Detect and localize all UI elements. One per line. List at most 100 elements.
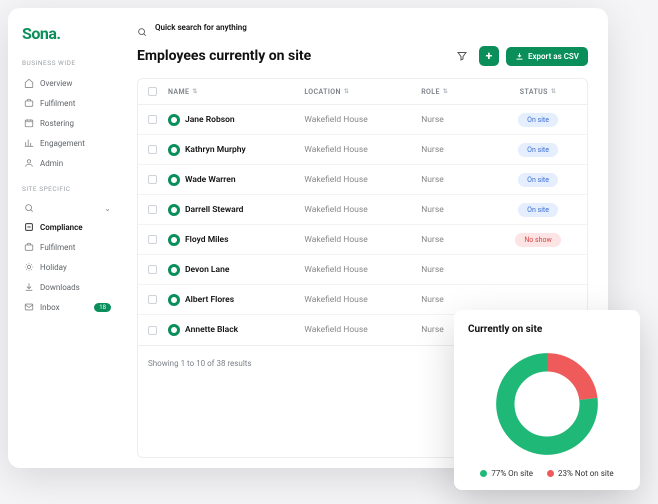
sidebar: Sona. BUSINESS WIDE Overview Fulfilment …	[8, 8, 123, 468]
row-checkbox[interactable]	[148, 205, 157, 214]
sidebar-item-fulfilment[interactable]: Fulfilment	[22, 93, 113, 113]
employee-name: Jane Robson	[185, 115, 235, 125]
home-icon	[24, 78, 34, 88]
export-label: Export as CSV	[528, 52, 579, 61]
employee-name: Devon Lane	[185, 265, 229, 275]
sidebar-item-downloads[interactable]: Downloads	[22, 277, 113, 297]
role-cell: Nurse	[421, 175, 499, 185]
table-row[interactable]: Darrell Steward Wakefield House Nurse On…	[138, 195, 587, 225]
add-button[interactable]: +	[479, 46, 499, 66]
col-status[interactable]: STATUS⇅	[499, 88, 577, 96]
chart-icon	[24, 138, 34, 148]
sidebar-item-label: Fulfilment	[40, 243, 75, 252]
name-cell: Kathryn Murphy	[168, 144, 304, 156]
sidebar-item-inbox[interactable]: Inbox 18	[22, 297, 113, 317]
status-badge: On site	[518, 203, 558, 217]
row-checkbox[interactable]	[148, 145, 157, 154]
table-header: NAME⇅ LOCATION⇅ ROLE⇅ STATUS⇅	[138, 79, 587, 105]
employee-name: Wade Warren	[185, 175, 236, 185]
name-cell: Wade Warren	[168, 174, 304, 186]
row-checkbox[interactable]	[148, 235, 157, 244]
name-cell: Darrell Steward	[168, 204, 304, 216]
dot-red-icon	[547, 470, 554, 477]
name-cell: Albert Flores	[168, 294, 304, 306]
role-cell: Nurse	[421, 115, 499, 125]
table-row[interactable]: Jane Robson Wakefield House Nurse On sit…	[138, 105, 587, 135]
briefcase-icon	[24, 242, 34, 252]
employee-name: Floyd Miles	[185, 235, 229, 245]
status-cell: On site	[499, 143, 577, 157]
table-row[interactable]: Floyd Miles Wakefield House Nurse No sho…	[138, 225, 587, 255]
sidebar-item-label: Engagement	[40, 139, 85, 148]
sort-icon: ⇅	[192, 88, 197, 95]
dot-green-icon	[480, 470, 487, 477]
status-badge: On site	[518, 113, 558, 127]
location-cell: Wakefield House	[304, 235, 421, 245]
location-cell: Wakefield House	[304, 295, 421, 305]
sort-icon: ⇅	[551, 88, 556, 95]
sidebar-item-admin[interactable]: Admin	[22, 153, 113, 173]
briefcase-icon	[24, 98, 34, 108]
col-name[interactable]: NAME⇅	[168, 88, 304, 96]
row-checkbox[interactable]	[148, 295, 157, 304]
table-row[interactable]: Devon Lane Wakefield House Nurse	[138, 255, 587, 285]
employee-name: Annette Black	[185, 325, 238, 335]
select-all-checkbox[interactable]	[148, 87, 157, 96]
sidebar-item-label: Compliance	[40, 223, 83, 232]
col-role[interactable]: ROLE⇅	[421, 88, 499, 96]
title-row: Employees currently on site + Export as …	[137, 46, 588, 66]
row-checkbox[interactable]	[148, 115, 157, 124]
employee-name: Kathryn Murphy	[185, 145, 246, 155]
sidebar-item-holiday[interactable]: Holiday	[22, 257, 113, 277]
filter-button[interactable]	[452, 46, 472, 66]
employee-name: Albert Flores	[185, 295, 234, 305]
sidebar-section-site: SITE SPECIFIC	[22, 185, 113, 193]
status-badge: On site	[518, 143, 558, 157]
sidebar-item-fulfilment2[interactable]: Fulfilment	[22, 237, 113, 257]
search-icon	[137, 22, 147, 32]
sort-icon: ⇅	[443, 88, 448, 95]
row-checkbox[interactable]	[148, 265, 157, 274]
sidebar-item-rostering[interactable]: Rostering	[22, 113, 113, 133]
sidebar-item-overview[interactable]: Overview	[22, 73, 113, 93]
search-icon	[24, 203, 34, 213]
status-cell: On site	[499, 173, 577, 187]
status-dot-icon	[168, 264, 180, 276]
table-row[interactable]: Wade Warren Wakefield House Nurse On sit…	[138, 165, 587, 195]
sidebar-item-label: Holiday	[40, 263, 67, 272]
global-search[interactable]: Quick search for anything	[137, 22, 588, 32]
donut-chart	[492, 349, 602, 459]
legend-onsite: 77% On site	[480, 469, 533, 478]
results-count: Showing 1 to 10 of 38 results	[148, 359, 252, 368]
donut-wrap	[468, 345, 626, 469]
export-csv-button[interactable]: Export as CSV	[506, 47, 588, 66]
status-cell: On site	[499, 113, 577, 127]
sidebar-item-compliance[interactable]: Compliance	[22, 217, 113, 237]
sort-icon: ⇅	[344, 88, 349, 95]
location-cell: Wakefield House	[304, 175, 421, 185]
sidebar-item-engagement[interactable]: Engagement	[22, 133, 113, 153]
row-checkbox[interactable]	[148, 175, 157, 184]
name-cell: Floyd Miles	[168, 234, 304, 246]
sidebar-item-label: Admin	[40, 159, 63, 168]
row-checkbox[interactable]	[148, 326, 157, 335]
name-cell: Jane Robson	[168, 114, 304, 126]
location-cell: Wakefield House	[304, 115, 421, 125]
logo-dot: .	[56, 24, 60, 43]
location-cell: Wakefield House	[304, 265, 421, 275]
location-cell: Wakefield House	[304, 145, 421, 155]
table-row[interactable]: Kathryn Murphy Wakefield House Nurse On …	[138, 135, 587, 165]
col-location[interactable]: LOCATION⇅	[304, 88, 421, 96]
sidebar-site-selector[interactable]: ⌄	[22, 199, 113, 217]
status-dot-icon	[168, 144, 180, 156]
sun-icon	[24, 262, 34, 272]
inbox-badge: 18	[94, 303, 111, 312]
logo: Sona.	[22, 24, 113, 43]
page-title: Employees currently on site	[137, 48, 452, 64]
user-icon	[24, 158, 34, 168]
export-icon	[515, 52, 524, 61]
chart-legend: 77% On site 23% Not on site	[468, 469, 626, 478]
employee-name: Darrell Steward	[185, 205, 243, 215]
role-cell: Nurse	[421, 295, 499, 305]
status-dot-icon	[168, 204, 180, 216]
